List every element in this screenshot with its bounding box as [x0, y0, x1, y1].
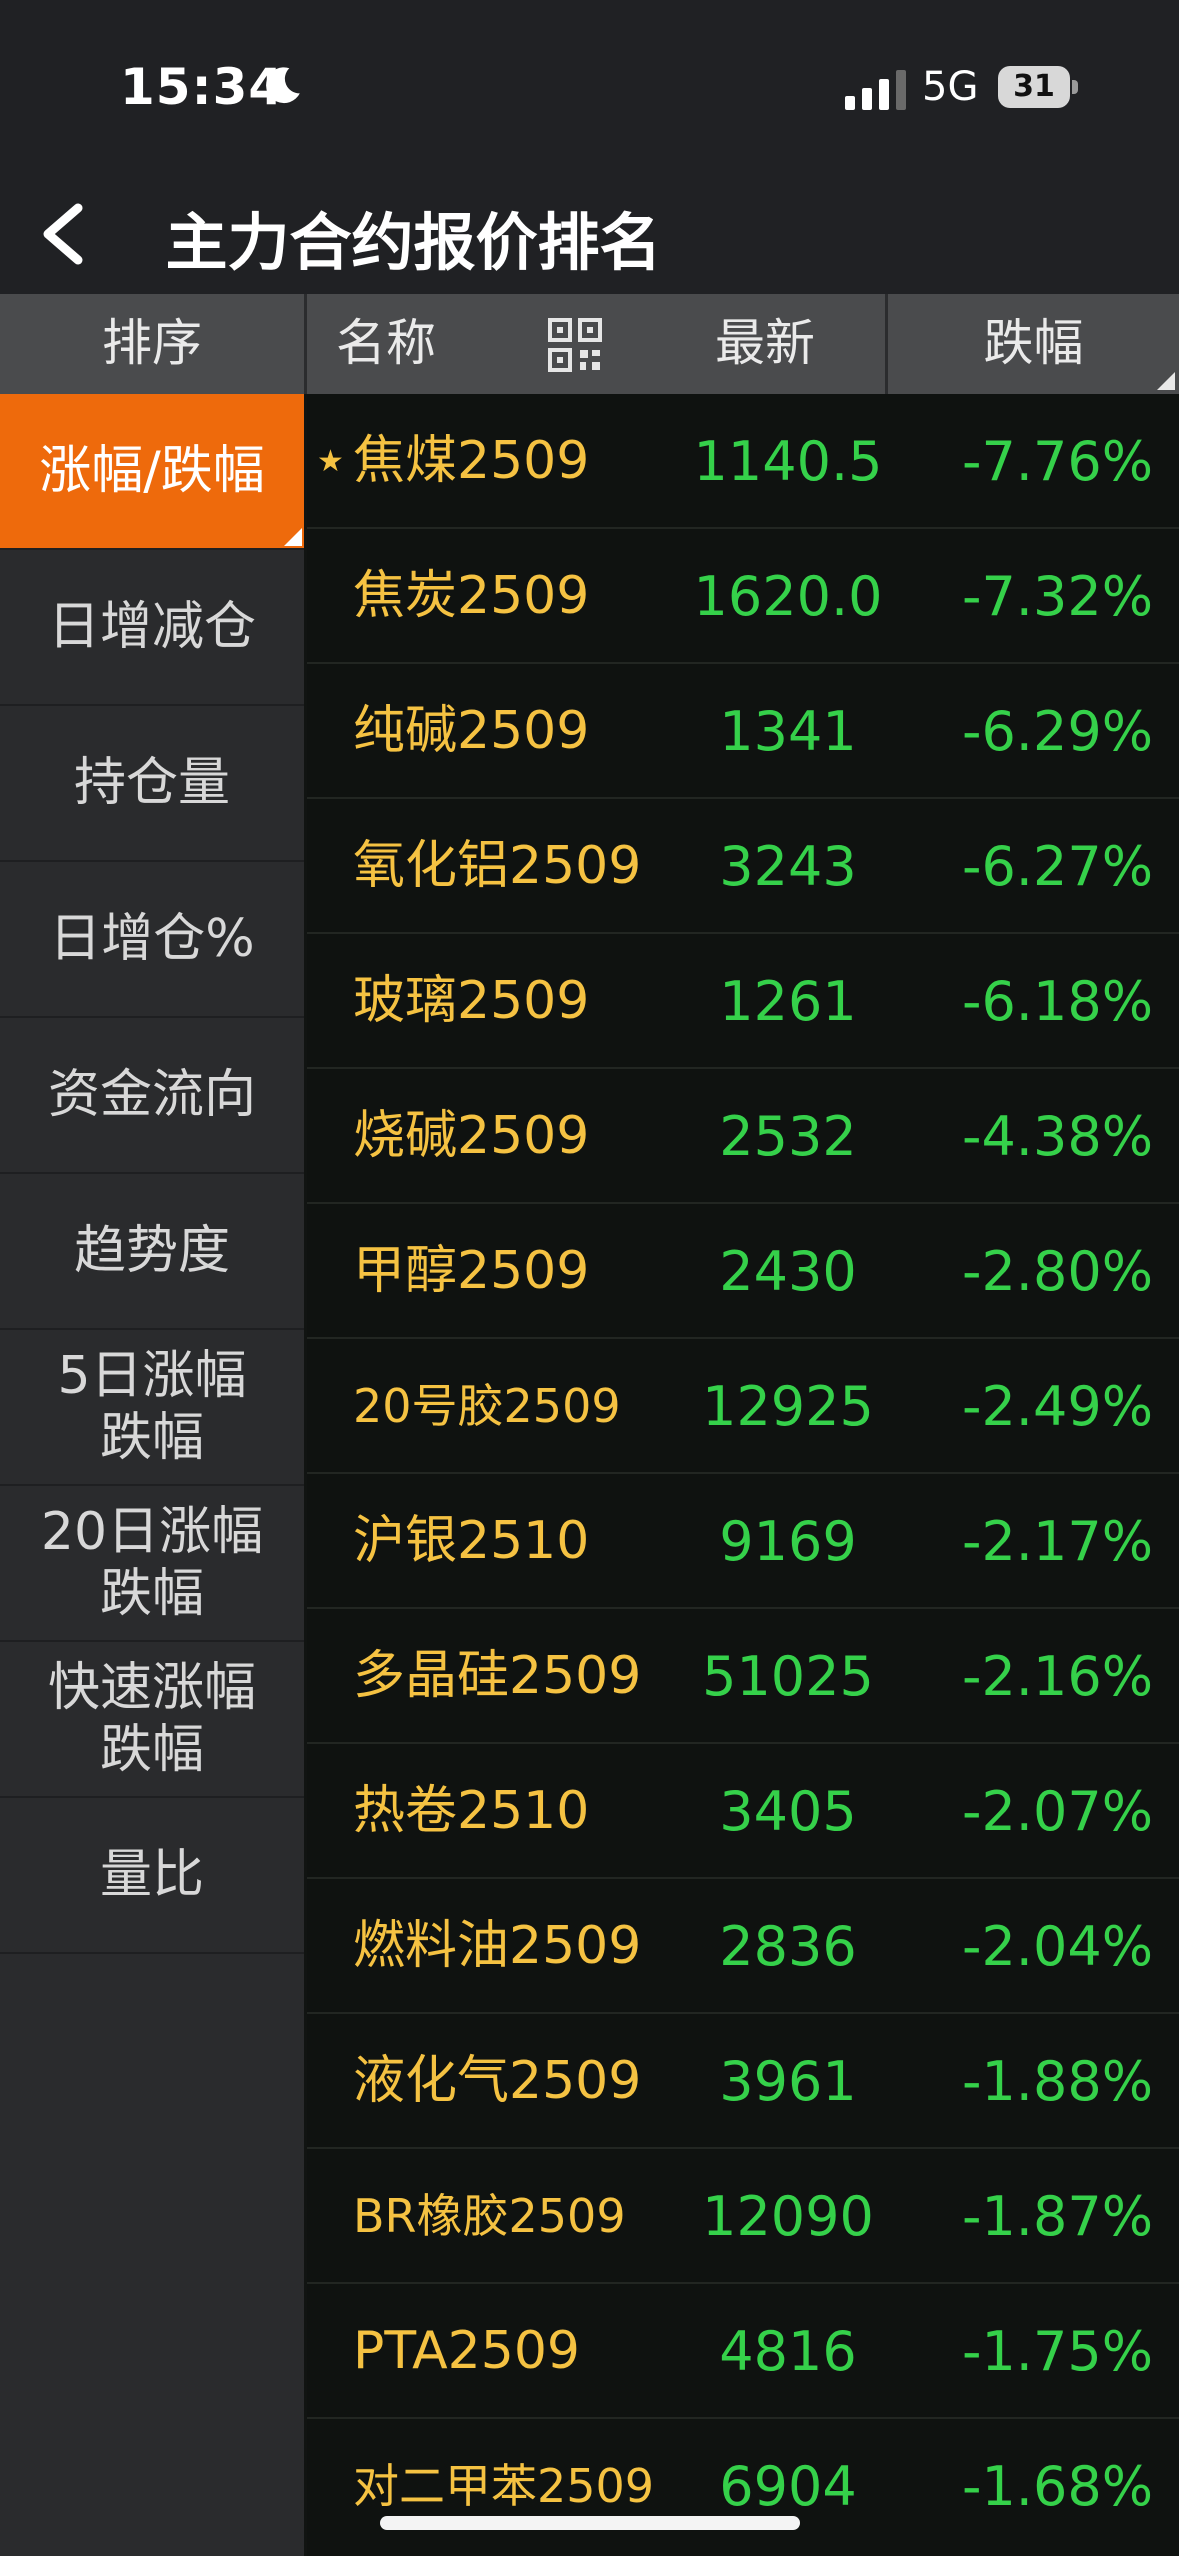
- battery-level: 31: [998, 66, 1070, 108]
- sort-sidebar: 涨幅/跌幅 日增减仓 持仓量 日增仓% 资金流向 趋势度 5日涨幅 跌幅 20日…: [0, 394, 304, 2556]
- change-pct: -2.17%: [961, 1510, 1153, 1573]
- last-price: 12090: [702, 2185, 874, 2248]
- contract-name: 玻璃2509: [353, 971, 590, 1031]
- table-row[interactable]: ★ 焦煤2509 1140.5 -7.76%: [307, 394, 1179, 529]
- status-time: 15:34: [120, 58, 285, 116]
- change-pct: -1.68%: [961, 2455, 1153, 2518]
- contract-name: 沪银2510: [353, 1511, 590, 1571]
- table-row[interactable]: 氧化铝2509 3243 -6.27%: [307, 799, 1179, 934]
- table-row[interactable]: BR橡胶2509 12090 -1.87%: [307, 2149, 1179, 2284]
- signal-icon: [845, 70, 906, 110]
- change-pct: -4.38%: [961, 1105, 1153, 1168]
- last-price: 4816: [719, 2320, 857, 2383]
- last-price: 6904: [719, 2455, 857, 2518]
- battery-icon: 31: [998, 66, 1078, 108]
- change-pct: -6.18%: [961, 970, 1153, 1033]
- table-row[interactable]: 热卷2510 3405 -2.07%: [307, 1744, 1179, 1879]
- last-price: 3243: [719, 835, 857, 898]
- table-header: 排序 名称 最新 跌幅: [0, 294, 1179, 394]
- page-title: 主力合约报价排名: [165, 206, 662, 279]
- contract-name: 焦炭2509: [353, 566, 590, 626]
- change-pct: -6.27%: [961, 835, 1153, 898]
- status-bar: 15:34 5G 31: [0, 0, 1179, 170]
- header-sort: 排序: [102, 314, 202, 372]
- change-pct: -1.75%: [961, 2320, 1153, 2383]
- network-type: 5G: [922, 64, 979, 110]
- star-icon: ★: [317, 444, 344, 479]
- contract-name: PTA2509: [353, 2321, 580, 2381]
- sidebar-item-daily-oi-change[interactable]: 日增减仓: [0, 550, 304, 706]
- last-price: 9169: [719, 1510, 857, 1573]
- last-price: 2836: [719, 1915, 857, 1978]
- table-row[interactable]: 液化气2509 3961 -1.88%: [307, 2014, 1179, 2149]
- last-price: 12925: [702, 1375, 874, 1438]
- table-row[interactable]: 烧碱2509 2532 -4.38%: [307, 1069, 1179, 1204]
- sidebar-item-open-interest[interactable]: 持仓量: [0, 706, 304, 862]
- contract-name: 20号胶2509: [353, 1379, 621, 1433]
- change-pct: -6.29%: [961, 700, 1153, 763]
- last-price: 3961: [719, 2050, 857, 2113]
- change-pct: -2.49%: [961, 1375, 1153, 1438]
- sidebar-item-fast-change[interactable]: 快速涨幅 跌幅: [0, 1642, 304, 1798]
- sidebar-item-trend[interactable]: 趋势度: [0, 1174, 304, 1330]
- change-pct: -7.76%: [961, 430, 1153, 493]
- change-pct: -2.16%: [961, 1645, 1153, 1708]
- header-last[interactable]: 最新: [650, 294, 880, 394]
- table-row[interactable]: 多晶硅2509 51025 -2.16%: [307, 1609, 1179, 1744]
- contract-name: 燃料油2509: [353, 1916, 642, 1976]
- sidebar-item-20day-change[interactable]: 20日涨幅 跌幅: [0, 1486, 304, 1642]
- active-corner-icon: [284, 528, 302, 546]
- sidebar-item-fund-flow[interactable]: 资金流向: [0, 1018, 304, 1174]
- sidebar-item-5day-change[interactable]: 5日涨幅 跌幅: [0, 1330, 304, 1486]
- last-price: 1140.5: [693, 430, 883, 493]
- header-change[interactable]: 跌幅: [888, 294, 1179, 394]
- last-price: 51025: [702, 1645, 874, 1708]
- table-row[interactable]: PTA2509 4816 -1.75%: [307, 2284, 1179, 2419]
- moon-icon: [266, 67, 300, 104]
- table-row[interactable]: 燃料油2509 2836 -2.04%: [307, 1879, 1179, 2014]
- table-row[interactable]: 甲醇2509 2430 -2.80%: [307, 1204, 1179, 1339]
- contract-name: 热卷2510: [353, 1781, 590, 1841]
- table-row[interactable]: 沪银2510 9169 -2.17%: [307, 1474, 1179, 1609]
- change-pct: -7.32%: [961, 565, 1153, 628]
- last-price: 1341: [719, 700, 857, 763]
- change-pct: -2.80%: [961, 1240, 1153, 1303]
- table-row[interactable]: 纯碱2509 1341 -6.29%: [307, 664, 1179, 799]
- contract-name: 烧碱2509: [353, 1106, 590, 1166]
- last-price: 2532: [719, 1105, 857, 1168]
- sidebar-item-volume-ratio[interactable]: 量比: [0, 1798, 304, 1954]
- home-indicator[interactable]: [380, 2516, 800, 2530]
- table-row[interactable]: 对二甲苯2509 6904 -1.68%: [307, 2419, 1179, 2554]
- last-price: 1261: [719, 970, 857, 1033]
- contract-name: 焦煤2509: [353, 431, 590, 491]
- header-name[interactable]: 名称: [336, 294, 446, 394]
- last-price: 2430: [719, 1240, 857, 1303]
- qr-grid-icon[interactable]: [548, 318, 602, 372]
- change-pct: -1.87%: [961, 2185, 1153, 2248]
- change-pct: -2.07%: [961, 1780, 1153, 1843]
- quote-table: ★ 焦煤2509 1140.5 -7.76% 焦炭2509 1620.0 -7.…: [307, 394, 1179, 2556]
- table-row[interactable]: 焦炭2509 1620.0 -7.32%: [307, 529, 1179, 664]
- contract-name: 液化气2509: [353, 2051, 642, 2111]
- contract-name: 对二甲苯2509: [353, 2459, 655, 2513]
- contract-name: 氧化铝2509: [353, 836, 642, 896]
- contract-name: 多晶硅2509: [353, 1646, 642, 1706]
- table-row[interactable]: 玻璃2509 1261 -6.18%: [307, 934, 1179, 1069]
- contract-name: 甲醇2509: [353, 1241, 590, 1301]
- change-pct: -1.88%: [961, 2050, 1153, 2113]
- change-pct: -2.04%: [961, 1915, 1153, 1978]
- table-row[interactable]: 20号胶2509 12925 -2.49%: [307, 1339, 1179, 1474]
- last-price: 1620.0: [693, 565, 883, 628]
- sidebar-item-daily-oi-pct[interactable]: 日增仓%: [0, 862, 304, 1018]
- last-price: 3405: [719, 1780, 857, 1843]
- sort-corner-icon: [1157, 372, 1175, 390]
- contract-name: BR橡胶2509: [353, 2189, 626, 2243]
- nav-bar: 主力合约报价排名: [0, 170, 1179, 294]
- contract-name: 纯碱2509: [353, 701, 590, 761]
- sidebar-item-change[interactable]: 涨幅/跌幅: [0, 394, 304, 550]
